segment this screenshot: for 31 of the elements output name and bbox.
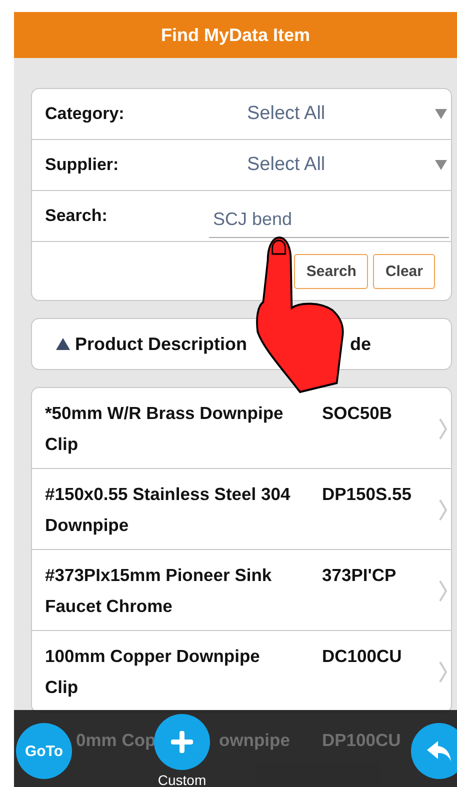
field-label: Search: [45,206,108,226]
dropdown-caret-icon [435,109,447,119]
product-code[interactable]: SOC50B [322,398,392,468]
plus-icon [171,731,193,753]
chevron-right-icon [439,580,447,602]
product-description: 0mm Cop [76,730,156,751]
select-field[interactable]: Select All [247,89,451,139]
column-header[interactable]: Product Description [75,334,248,354]
product-code[interactable]: 373PI'CP [322,560,396,630]
back-button[interactable] [411,723,457,779]
product-code[interactable]: DC100CU [322,641,402,711]
product-description[interactable]: #373PIx15mm Pioneer Sink Faucet Chrome [45,560,293,630]
reply-arrow-icon [426,740,452,762]
page-title: Find MyData Item [14,12,457,58]
field-label: Category: [45,104,126,124]
search-button[interactable]: Search [294,254,368,289]
column-header[interactable]: de [350,334,371,354]
product-code[interactable]: DP150S.55 [322,479,412,549]
sort-up-icon[interactable] [56,338,70,350]
chevron-right-icon [439,661,447,683]
dropdown-caret-icon [435,160,447,170]
product-description[interactable]: #150x0.55 Stainless Steel 304 Downpipe [45,479,293,549]
product-description[interactable]: 100mm Copper Downpipe Clip [45,641,293,711]
product-description[interactable]: *50mm W/R Brass Downpipe Clip [45,398,293,468]
select-field[interactable]: Select All [247,140,451,190]
product-description: ownpipe [219,730,290,751]
chevron-right-icon [439,499,447,521]
clear-button[interactable]: Clear [373,254,435,289]
chevron-right-icon [439,418,447,440]
field-label: Supplier: [45,155,120,175]
product-code: DP100CU [322,730,401,751]
